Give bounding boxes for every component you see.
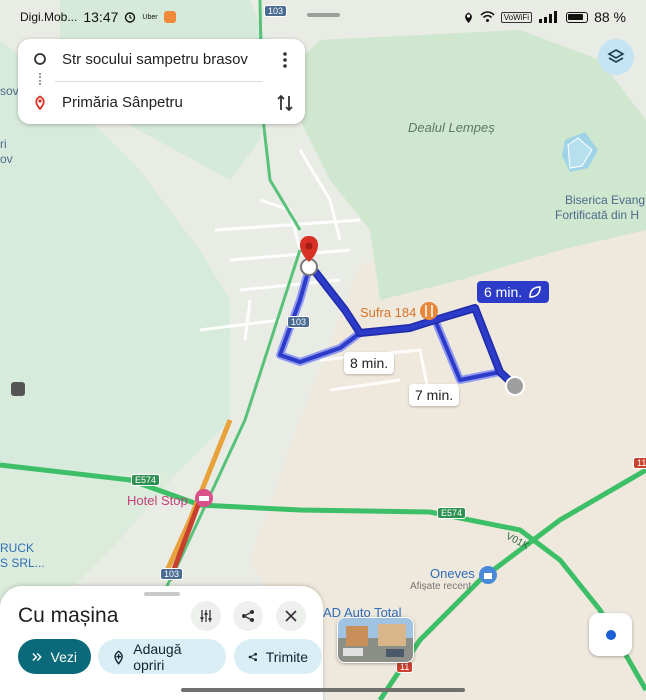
label-biserica-line1: Biserica Evang: [565, 193, 646, 207]
label-ruck-line1: RUCK: [0, 541, 35, 555]
more-options-button[interactable]: [273, 48, 297, 72]
label-oneves-sub: Afișate recent: [410, 581, 472, 592]
label-ruck-line2: S SRL...: [0, 556, 45, 570]
swap-vertical-icon: [277, 94, 293, 112]
label-sufra[interactable]: Sufra 184: [360, 305, 416, 320]
road-shield-103-mid: 103: [287, 316, 311, 328]
sheet-drag-handle[interactable]: [144, 592, 180, 596]
tune-icon: [200, 610, 212, 622]
hotel-icon: [195, 489, 213, 507]
road-shield-e574-left: E574: [131, 474, 161, 486]
home-indicator[interactable]: [181, 688, 465, 692]
travel-mode-title: Cu mașina: [18, 604, 119, 627]
origin-circle-icon: [34, 53, 46, 65]
uber-label: Uber: [142, 13, 158, 21]
bus-stop-icon: [11, 382, 25, 396]
label-oneves[interactable]: Oneves: [430, 566, 475, 581]
label-left-c: ov: [0, 152, 13, 166]
close-button[interactable]: [276, 601, 306, 631]
battery-level: 88 %: [594, 9, 626, 25]
view-button[interactable]: Vezi: [18, 639, 91, 674]
more-vertical-icon: [283, 52, 287, 68]
signal-icon: [539, 11, 558, 23]
street-view-thumbnail[interactable]: [337, 617, 414, 663]
eco-leaf-icon: [529, 286, 541, 298]
add-stops-button[interactable]: Adaugă opriri: [98, 639, 226, 674]
location-icon: [464, 12, 472, 23]
road-shield-103-bottom: 103: [160, 568, 184, 580]
route-options-button[interactable]: [191, 601, 221, 631]
road-shield-11-right: 11: [633, 457, 646, 469]
my-location-button[interactable]: [589, 613, 632, 656]
send-button[interactable]: Trimite: [234, 639, 322, 674]
add-stops-label: Adaugă opriri: [133, 640, 182, 673]
double-chevron-icon: [32, 652, 42, 661]
swap-directions-button[interactable]: [273, 91, 297, 115]
status-bar: Digi.Mob... 13:47 Uber VoWiFi 88 %: [0, 0, 646, 34]
volte-label: VoWiFi: [500, 11, 533, 23]
status-pill: [307, 13, 340, 17]
destination-row[interactable]: Primăria Sânpetru: [18, 82, 305, 122]
route-time-alt1[interactable]: 8 min.: [344, 352, 395, 374]
my-location-icon: [605, 629, 616, 640]
alarm-icon: [125, 12, 136, 23]
origin-row[interactable]: Str socului sampetru brasov: [18, 39, 305, 79]
share-small-icon: [248, 652, 258, 661]
destination-pin-small-icon: [35, 94, 45, 110]
layers-icon: [607, 49, 625, 63]
label-biserica-line2: Fortificată din H: [555, 208, 640, 222]
notification-app-icon: [163, 11, 176, 23]
wifi-icon: [480, 11, 495, 22]
street-photo: [338, 618, 413, 662]
share-button[interactable]: [233, 601, 263, 631]
layers-button[interactable]: [598, 39, 634, 75]
route-time-alt2[interactable]: 7 min.: [409, 384, 460, 406]
bag-icon: [479, 566, 497, 584]
share-icon: [242, 610, 254, 622]
origin-field[interactable]: Str socului sampetru brasov: [62, 51, 248, 68]
road-shield-e574-right: E574: [437, 507, 467, 519]
add-location-icon: [114, 649, 123, 665]
destination-field[interactable]: Primăria Sânpetru: [62, 94, 183, 111]
view-button-label: Vezi: [50, 648, 77, 665]
label-dealul-lempes: Dealul Lempeș: [408, 120, 495, 135]
restaurant-icon: [420, 302, 438, 320]
origin-marker: [505, 376, 525, 396]
route-time-primary[interactable]: 6 min.: [477, 281, 549, 303]
clock: 13:47: [83, 9, 119, 25]
route-time-primary-label: 6 min.: [484, 284, 523, 300]
label-left-b: ri: [0, 137, 7, 151]
send-label: Trimite: [265, 648, 308, 665]
carrier-name: Digi.Mob...: [20, 10, 78, 24]
route-card: Str socului sampetru brasov Primăria Sân…: [18, 39, 305, 124]
battery-icon: [566, 11, 589, 23]
label-left-a: sov: [0, 84, 19, 98]
label-hotel-stop[interactable]: Hotel Stop: [127, 493, 188, 508]
close-icon: [285, 610, 297, 622]
